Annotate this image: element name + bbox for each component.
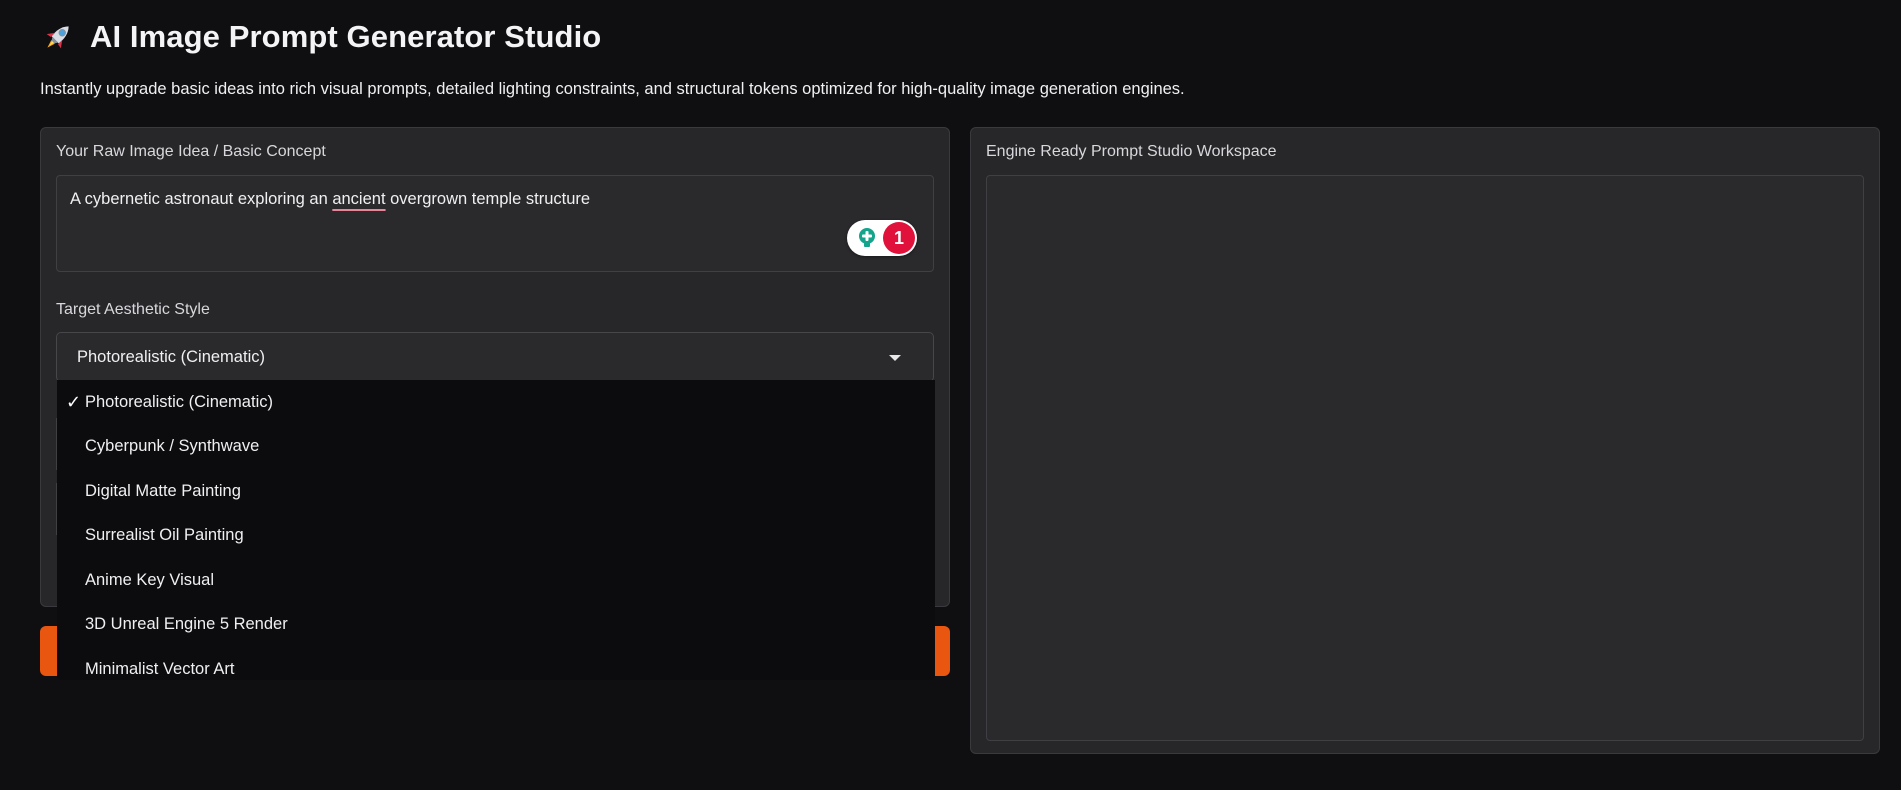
- option-label: Cyberpunk / Synthwave: [85, 436, 260, 455]
- style-select-value: Photorealistic (Cinematic): [77, 347, 265, 366]
- dropdown-option[interactable]: Surrealist Oil Painting: [57, 513, 935, 557]
- header: AI Image Prompt Generator Studio: [40, 14, 601, 60]
- grammar-checker-badge[interactable]: 1: [847, 220, 917, 256]
- output-panel: Engine Ready Prompt Studio Workspace: [970, 127, 1880, 754]
- check-icon: ✓: [66, 391, 82, 412]
- idea-label: Your Raw Image Idea / Basic Concept: [56, 143, 326, 160]
- lightbulb-icon: [855, 226, 879, 250]
- option-label: Surrealist Oil Painting: [85, 525, 244, 544]
- page-subtitle: Instantly upgrade basic ideas into rich …: [40, 80, 1185, 98]
- option-label: 3D Unreal Engine 5 Render: [85, 614, 288, 633]
- option-label: Digital Matte Painting: [85, 481, 241, 500]
- idea-text-after: overgrown temple structure: [385, 190, 591, 208]
- app-page: AI Image Prompt Generator Studio Instant…: [0, 0, 1901, 790]
- dropdown-option[interactable]: ✓ Photorealistic (Cinematic): [57, 380, 935, 424]
- style-select[interactable]: Photorealistic (Cinematic): [56, 332, 934, 382]
- option-label: Anime Key Visual: [85, 570, 215, 589]
- flagged-word[interactable]: ancient: [332, 190, 385, 208]
- dropdown-option[interactable]: Anime Key Visual: [57, 558, 935, 602]
- dropdown-option[interactable]: 3D Unreal Engine 5 Render: [57, 602, 935, 646]
- page-title: AI Image Prompt Generator Studio: [90, 19, 602, 54]
- style-dropdown-menu: ✓ Photorealistic (Cinematic) Cyberpunk /…: [57, 380, 935, 680]
- dropdown-option[interactable]: Digital Matte Painting: [57, 469, 935, 513]
- dropdown-option[interactable]: Cyberpunk / Synthwave: [57, 424, 935, 468]
- issue-count-badge: 1: [883, 222, 915, 254]
- idea-text-before: A cybernetic astronaut exploring an: [70, 190, 333, 208]
- option-label: Photorealistic (Cinematic): [85, 392, 273, 411]
- rocket-icon: [40, 19, 76, 55]
- output-label: Engine Ready Prompt Studio Workspace: [986, 143, 1277, 160]
- style-label: Target Aesthetic Style: [56, 301, 210, 318]
- output-textarea[interactable]: [986, 175, 1864, 741]
- option-label: Minimalist Vector Art: [85, 659, 235, 678]
- dropdown-option[interactable]: Minimalist Vector Art: [57, 647, 935, 691]
- idea-textarea[interactable]: A cybernetic astronaut exploring an anci…: [56, 175, 934, 272]
- caret-down-icon: [889, 355, 901, 361]
